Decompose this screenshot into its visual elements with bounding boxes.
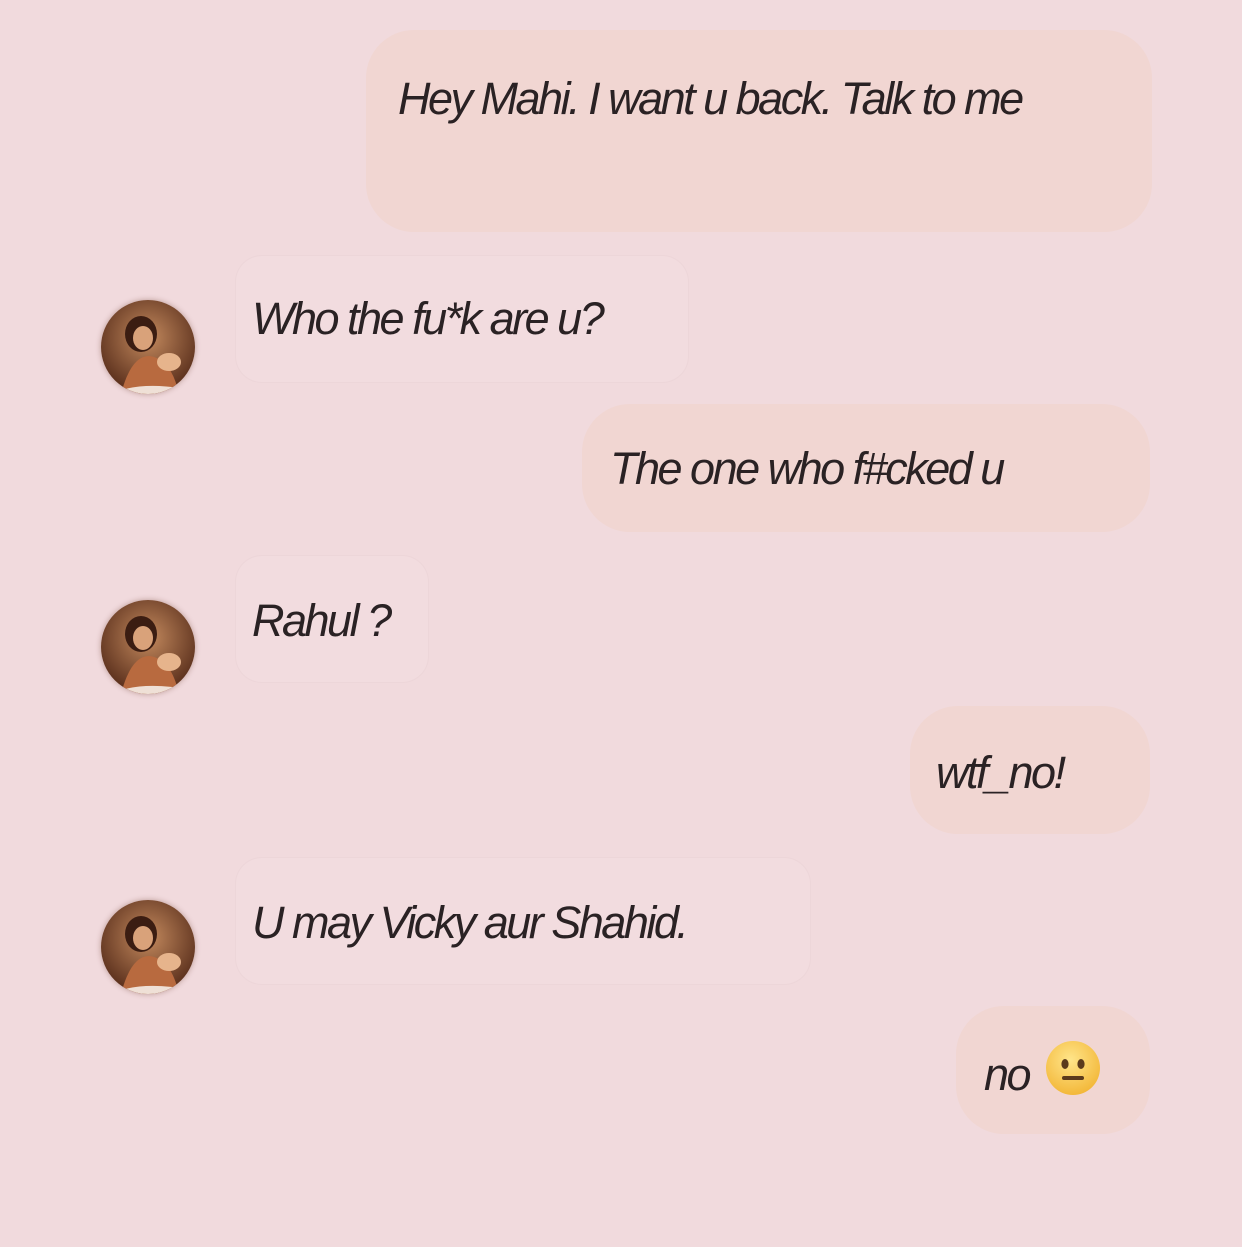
neutral-face-emoji-icon bbox=[1045, 1040, 1101, 1108]
outgoing-message[interactable]: The one who f#cked u bbox=[582, 404, 1150, 532]
profile-photo-icon bbox=[101, 300, 195, 394]
message-text: Hey Mahi. I want u back. Talk to me bbox=[398, 73, 1024, 124]
outgoing-message[interactable]: wtf_no! bbox=[910, 706, 1150, 834]
profile-photo-icon bbox=[101, 600, 195, 694]
message-text: Rahul ? bbox=[252, 595, 392, 646]
message-text: U may Vicky aur Shahid. bbox=[252, 897, 689, 948]
chat-thread: Hey Mahi. I want u back. Talk to me Who … bbox=[0, 0, 1242, 1247]
message-text: Who the fu*k are u? bbox=[252, 293, 605, 344]
contact-avatar[interactable] bbox=[101, 300, 195, 394]
message-text: The one who f#cked u bbox=[610, 443, 1005, 494]
outgoing-message[interactable]: Hey Mahi. I want u back. Talk to me bbox=[366, 30, 1152, 232]
message-text: no bbox=[984, 1048, 1032, 1100]
incoming-message[interactable]: U may Vicky aur Shahid. bbox=[236, 858, 810, 984]
incoming-message[interactable]: Rahul ? bbox=[236, 556, 428, 682]
contact-avatar[interactable] bbox=[101, 600, 195, 694]
message-text: wtf_no! bbox=[936, 747, 1066, 798]
profile-photo-icon bbox=[101, 900, 195, 994]
incoming-message[interactable]: Who the fu*k are u? bbox=[236, 256, 688, 382]
outgoing-message[interactable]: no bbox=[956, 1006, 1150, 1134]
contact-avatar[interactable] bbox=[101, 900, 195, 994]
